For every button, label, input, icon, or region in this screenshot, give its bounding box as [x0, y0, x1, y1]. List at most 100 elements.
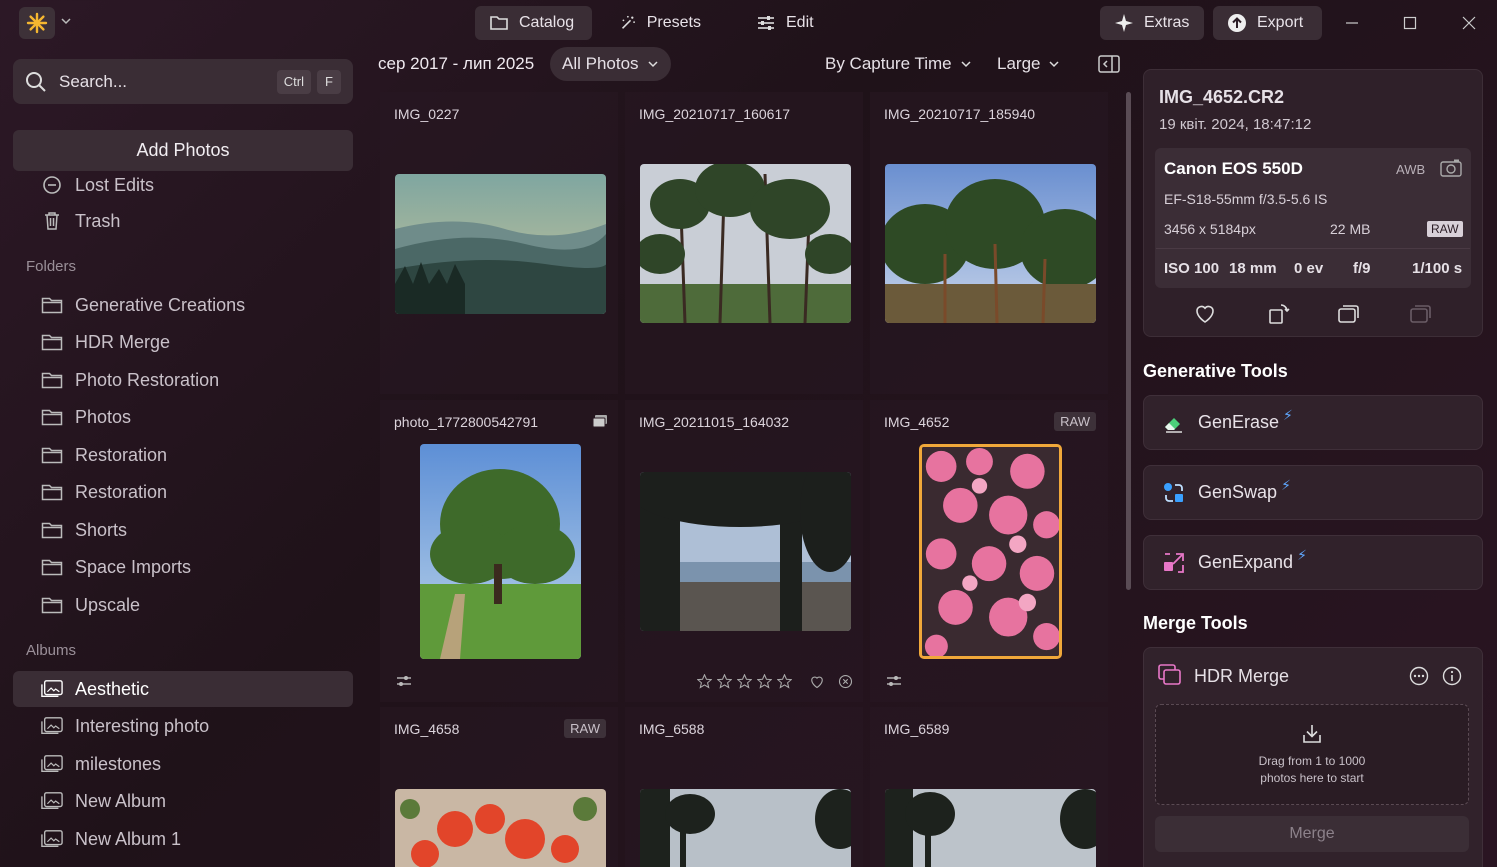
sidebar-item-album[interactable]: milestones — [13, 746, 353, 782]
sliders-icon — [758, 16, 774, 30]
genswap-button[interactable]: GenSwap ⚡ — [1143, 465, 1483, 520]
extras-button[interactable]: Extras — [1100, 6, 1204, 40]
stack-icon[interactable] — [1338, 304, 1360, 324]
sidebar-item-label: Shorts — [75, 519, 128, 540]
sidebar-item-album[interactable]: Interesting photo — [13, 708, 353, 744]
search-input[interactable]: Search... Ctrl F — [13, 59, 353, 104]
expand-icon — [1164, 552, 1184, 573]
sidebar-item-label: Trash — [75, 210, 121, 231]
info-icon[interactable] — [1442, 666, 1462, 686]
photo-thumbnail[interactable] — [640, 472, 851, 631]
adjustments-icon[interactable] — [886, 674, 902, 688]
sort-dropdown[interactable]: By Capture Time — [825, 54, 972, 74]
sidebar-item-folder[interactable]: HDR Merge — [13, 324, 353, 360]
toggle-panel-icon[interactable] — [1098, 54, 1120, 74]
star-icon[interactable] — [757, 674, 772, 689]
sidebar-item-label: Photo Restoration — [75, 369, 220, 390]
photo-name: IMG_4652 — [884, 414, 950, 430]
camera-icon — [1440, 159, 1462, 177]
sidebar-item-folder[interactable]: Photos — [13, 399, 353, 435]
sidebar-item-folder[interactable]: Shorts — [13, 512, 353, 548]
swap-icon — [1164, 482, 1183, 502]
close-icon[interactable] — [1456, 10, 1482, 36]
photo-name: IMG_20211015_164032 — [639, 414, 789, 430]
folders-heading: Folders — [26, 258, 77, 275]
sidebar-item-folder[interactable]: Generative Creations — [13, 287, 353, 323]
filter-dropdown[interactable]: All Photos — [550, 47, 671, 81]
rotate-icon[interactable] — [1268, 303, 1290, 325]
photo-thumbnail[interactable] — [395, 789, 606, 867]
reject-icon[interactable] — [838, 674, 853, 689]
photo-thumbnail-selected[interactable] — [919, 444, 1062, 659]
photo-thumbnail[interactable] — [640, 789, 851, 867]
adjustments-icon[interactable] — [396, 674, 412, 688]
merge-button[interactable]: Merge — [1155, 816, 1469, 852]
drop-text-line1: Drag from 1 to 1000 — [1258, 754, 1366, 768]
raw-badge: RAW — [1054, 412, 1096, 431]
lost-edits-icon — [41, 175, 63, 196]
star-rating[interactable] — [697, 674, 853, 689]
export-button[interactable]: Export — [1213, 6, 1322, 40]
sidebar-item-album[interactable]: Aesthetic — [13, 671, 353, 707]
star-icon[interactable] — [697, 674, 712, 689]
sidebar-item-label: Space Imports — [75, 556, 192, 577]
photo-thumbnail[interactable] — [885, 164, 1096, 323]
star-icon[interactable] — [777, 674, 792, 689]
sidebar-item-folder[interactable]: Upscale — [13, 587, 353, 623]
heart-icon[interactable] — [1194, 304, 1216, 324]
photo-thumbnail[interactable] — [885, 789, 1096, 867]
app-logo[interactable] — [19, 7, 55, 39]
star-icon[interactable] — [717, 674, 732, 689]
tab-catalog-label: Catalog — [519, 14, 575, 31]
generative-tools-heading: Generative Tools — [1143, 361, 1288, 381]
photo-thumbnail[interactable] — [395, 174, 606, 314]
sidebar-item-lost-edits[interactable]: Lost Edits — [13, 175, 353, 203]
tab-presets[interactable]: Presets — [605, 6, 715, 40]
lightning-icon: ⚡ — [1281, 477, 1291, 493]
filter-label: All Photos — [562, 54, 639, 73]
chevron-down-icon[interactable] — [60, 15, 72, 27]
size-dropdown[interactable]: Large — [997, 54, 1060, 74]
sidebar-item-folder[interactable]: Photo Restoration — [13, 362, 353, 398]
photo-name: photo_1772800542791 — [394, 414, 539, 430]
photo-thumbnail[interactable] — [420, 444, 581, 659]
tab-presets-label: Presets — [646, 14, 701, 31]
sidebar-item-folder[interactable]: Space Imports — [13, 549, 353, 585]
photo-name: IMG_20210717_160617 — [639, 106, 791, 122]
tab-catalog[interactable]: Catalog — [475, 6, 592, 40]
hdr-merge-label: HDR Merge — [1194, 666, 1290, 686]
gallery-scrollbar[interactable] — [1126, 92, 1131, 590]
generase-button[interactable]: GenErase ⚡ — [1143, 395, 1483, 450]
search-icon — [26, 71, 46, 92]
genexpand-button[interactable]: GenExpand ⚡ — [1143, 535, 1483, 590]
folder-icon — [41, 444, 63, 466]
add-photos-button[interactable]: Add Photos — [13, 130, 353, 171]
chevron-down-icon — [648, 61, 658, 68]
sort-label: By Capture Time — [825, 54, 952, 73]
sidebar-item-folder[interactable]: Restoration — [13, 437, 353, 473]
more-options-icon[interactable] — [1409, 666, 1429, 686]
drop-text-line2: photos here to start — [1260, 771, 1364, 785]
genexpand-label: GenExpand — [1198, 552, 1294, 572]
info-shutter: 1/100 s — [1412, 260, 1463, 277]
raw-badge: RAW — [564, 719, 606, 738]
maximize-icon[interactable] — [1397, 10, 1423, 36]
sidebar-item-album[interactable]: New Album 1 — [13, 821, 353, 857]
info-date: 19 квіт. 2024, 18:47:12 — [1159, 116, 1312, 133]
minimize-icon[interactable] — [1339, 10, 1365, 36]
star-icon[interactable] — [737, 674, 752, 689]
sidebar-item-trash[interactable]: Trash — [13, 203, 353, 239]
sidebar-item-folder[interactable]: Restoration — [13, 474, 353, 510]
sidebar-list[interactable]: Lost Edits Trash Folders Generative Crea… — [0, 175, 370, 867]
genswap-label: GenSwap — [1198, 482, 1278, 502]
heart-icon[interactable] — [809, 674, 825, 689]
sidebar-item-label: Aesthetic — [75, 678, 150, 699]
tab-edit[interactable]: Edit — [742, 6, 832, 40]
photo-thumbnail[interactable] — [640, 164, 851, 323]
album-icon — [41, 790, 63, 812]
magic-wand-icon — [621, 15, 635, 29]
sidebar-item-album[interactable]: New Album — [13, 783, 353, 819]
info-wb: AWB — [1396, 162, 1426, 177]
hdr-merge-icon — [1158, 664, 1182, 686]
sidebar-item-label: Photos — [75, 406, 132, 427]
